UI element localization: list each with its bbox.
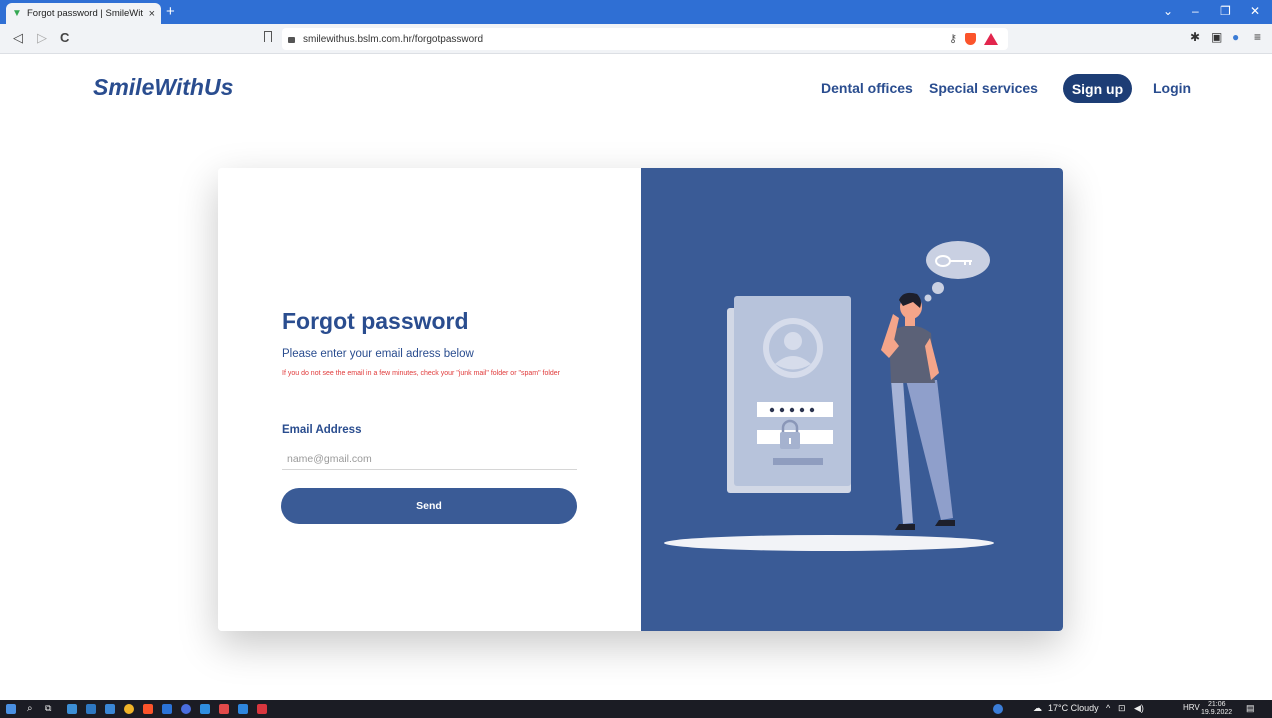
clock-date[interactable]: 19.9.2022 [1201, 709, 1232, 716]
person-figure [881, 292, 955, 530]
search-icon[interactable]: ⌕ [27, 703, 33, 714]
help-icon[interactable] [993, 704, 1003, 714]
lock-icon [288, 37, 295, 43]
bookmark-icon[interactable] [264, 31, 272, 42]
page-title: Forgot password [282, 308, 469, 334]
browser-tab[interactable]: ▼ Forgot password | SmileWithUs × [6, 3, 161, 24]
restore-icon[interactable]: ❐ [1220, 4, 1231, 18]
sign-up-button[interactable]: Sign up [1063, 74, 1132, 103]
nav-dental-offices[interactable]: Dental offices [821, 80, 913, 96]
reload-icon[interactable]: C [60, 30, 69, 45]
nav-special-services[interactable]: Special services [929, 80, 1038, 96]
nav-login[interactable]: Login [1153, 80, 1191, 96]
taskbar-app-icon[interactable] [238, 704, 248, 714]
tab-title: Forgot password | SmileWithUs [27, 8, 143, 19]
menu-icon[interactable]: ≡ [1254, 30, 1261, 44]
taskbar-app-icon[interactable] [162, 704, 172, 714]
back-icon[interactable]: ◁ [13, 30, 23, 46]
floor-shadow [664, 535, 994, 551]
network-icon[interactable]: ⊡ [1118, 703, 1126, 714]
new-tab-button[interactable]: + [166, 3, 175, 21]
browser-toolbar: ◁ ▷ C smilewithus.bslm.com.hr/forgotpass… [0, 24, 1272, 54]
form-instructions: Please enter your email adress below [282, 348, 474, 360]
password-key-icon[interactable]: ⚷ [949, 32, 957, 45]
language-indicator[interactable]: HRV [1183, 703, 1200, 712]
profile-icon[interactable]: ● [1232, 30, 1239, 44]
wallet-icon[interactable]: ▣ [1211, 30, 1222, 44]
weather-text[interactable]: 17°C Cloudy [1048, 703, 1099, 713]
volume-icon[interactable]: ◀) [1134, 703, 1144, 714]
illustration-panel [641, 168, 1063, 631]
minimize-icon[interactable]: – [1192, 4, 1199, 18]
close-window-icon[interactable]: ✕ [1250, 4, 1260, 18]
weather-icon: ☁ [1033, 703, 1042, 713]
password-field-graphic [757, 402, 833, 417]
forgot-password-card: Forgot password Please enter your email … [218, 168, 1063, 631]
url-text: smilewithus.bslm.com.hr/forgotpassword [303, 33, 484, 45]
brave-shields-icon[interactable] [965, 32, 976, 45]
task-view-icon[interactable]: ⧉ [45, 703, 51, 714]
taskbar-app-icon[interactable] [67, 704, 77, 714]
taskbar-app-icon[interactable] [181, 704, 191, 714]
tab-close-icon[interactable]: × [149, 8, 155, 20]
email-label: Email Address [282, 424, 362, 436]
windows-taskbar: ⌕ ⧉ ☁ 17°C Cloudy ^ ⊡ ◀) HRV 21:06 19.9.… [0, 700, 1272, 718]
vscode-icon[interactable] [200, 704, 210, 714]
send-button[interactable]: Send [281, 488, 577, 524]
email-field[interactable] [282, 448, 577, 470]
extensions-icon[interactable]: ✱ [1190, 30, 1200, 44]
taskbar-app-icon[interactable] [105, 704, 115, 714]
address-bar[interactable]: smilewithus.bslm.com.hr/forgotpassword ⚷ [282, 28, 1008, 50]
form-panel: Forgot password Please enter your email … [218, 168, 641, 631]
brave-rewards-icon[interactable] [984, 32, 998, 45]
brave-icon[interactable] [143, 704, 153, 714]
spam-warning: If you do not see the email in a few min… [282, 370, 561, 377]
tab-search-chevron-icon[interactable]: ⌄ [1163, 4, 1173, 18]
taskbar-app-icon[interactable] [86, 704, 96, 714]
forgot-password-illustration [664, 241, 994, 551]
site-favicon-icon: ▼ [12, 7, 22, 19]
taskbar-app-icon[interactable] [219, 704, 229, 714]
forward-icon[interactable]: ▷ [37, 30, 47, 46]
notifications-icon[interactable]: ▤ [1246, 703, 1255, 714]
windows-start-icon[interactable] [6, 704, 16, 714]
clock-time[interactable]: 21:06 [1208, 701, 1226, 708]
browser-tabstrip: ▼ Forgot password | SmileWithUs × + ⌄ – … [0, 0, 1272, 24]
tray-chevron-icon[interactable]: ^ [1106, 703, 1110, 713]
site-logo[interactable]: SmileWithUs [93, 74, 233, 101]
filezilla-icon[interactable] [257, 704, 267, 714]
chrome-icon[interactable] [124, 704, 134, 714]
